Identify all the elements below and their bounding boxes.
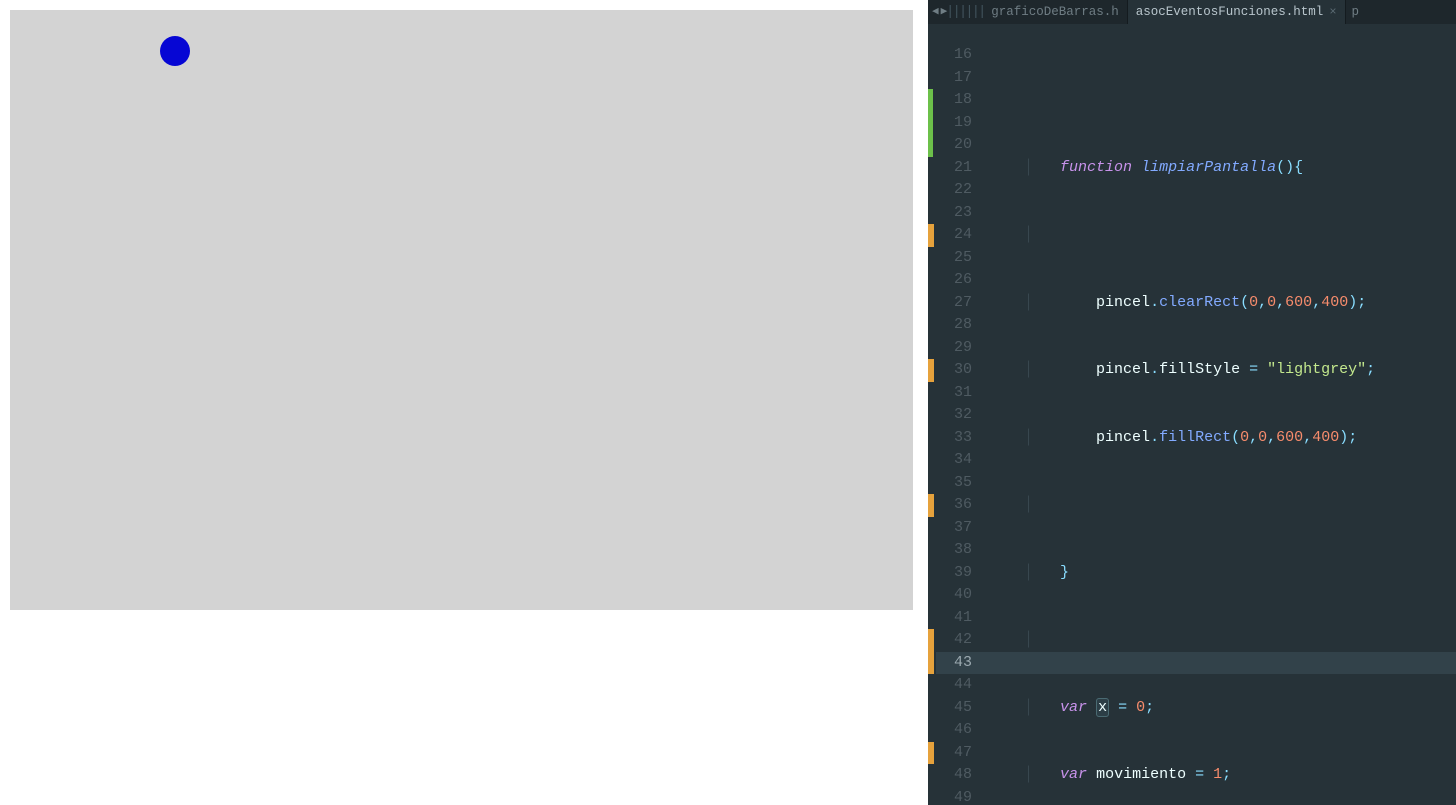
line-number: 22 [936, 179, 972, 202]
line-number: 36 [936, 494, 972, 517]
line-number: 37 [936, 517, 972, 540]
tab-nav-prev-icon[interactable]: ◀ [932, 1, 939, 24]
line-number: 17 [936, 67, 972, 90]
line-number: 19 [936, 112, 972, 135]
line-number: 46 [936, 719, 972, 742]
line-number: 34 [936, 449, 972, 472]
line-number: 25 [936, 247, 972, 270]
line-number: 23 [936, 202, 972, 225]
line-number: 42 [936, 629, 972, 652]
change-markers [928, 24, 936, 805]
line-number: 38 [936, 539, 972, 562]
canvas-preview [10, 10, 913, 610]
line-number: 49 [936, 787, 972, 805]
line-number: 44 [936, 674, 972, 697]
tab-grafico[interactable]: graficoDeBarras.h [983, 0, 1128, 24]
line-number: 21 [936, 157, 972, 180]
line-number: 35 [936, 472, 972, 495]
current-line-highlight [982, 652, 1456, 675]
line-gutter: 1617181920212223242526272829303132333435… [936, 24, 982, 805]
line-number: 16 [936, 44, 972, 67]
line-number: 24 [936, 224, 972, 247]
tab-overflow[interactable]: p [1346, 1, 1366, 24]
code-lines[interactable]: │ function limpiarPantalla(){ │ │ pincel… [982, 24, 1456, 805]
tab-list: graficoDeBarras.h asocEventosFunciones.h… [983, 0, 1345, 24]
line-number: 27 [936, 292, 972, 315]
line-number: 48 [936, 764, 972, 787]
tab-label: asocEventosFunciones.html [1136, 1, 1324, 24]
code-body: 1617181920212223242526272829303132333435… [928, 24, 1456, 805]
line-number: 31 [936, 382, 972, 405]
line-number: 32 [936, 404, 972, 427]
line-number: 18 [936, 89, 972, 112]
editor-tabbar: ◀ ▶ |||||| graficoDeBarras.h asocEventos… [928, 0, 1456, 24]
animated-ball [160, 36, 190, 66]
tab-asoc-eventos[interactable]: asocEventosFunciones.html × [1128, 0, 1346, 24]
line-number: 45 [936, 697, 972, 720]
line-number: 41 [936, 607, 972, 630]
line-number: 30 [936, 359, 972, 382]
line-number: 29 [936, 337, 972, 360]
line-number: 20 [936, 134, 972, 157]
tab-label: graficoDeBarras.h [991, 1, 1119, 24]
line-number: 43 [936, 652, 982, 675]
line-number: 39 [936, 562, 972, 585]
line-number: 47 [936, 742, 972, 765]
line-number: 33 [936, 427, 972, 450]
line-number: 26 [936, 269, 972, 292]
code-editor: ◀ ▶ |||||| graficoDeBarras.h asocEventos… [928, 0, 1456, 805]
tab-drag-handle-icon[interactable]: |||||| [951, 0, 979, 24]
line-number: 28 [936, 314, 972, 337]
line-number: 40 [936, 584, 972, 607]
close-icon[interactable]: × [1329, 1, 1336, 24]
tab-overflow-label: p [1352, 1, 1360, 24]
